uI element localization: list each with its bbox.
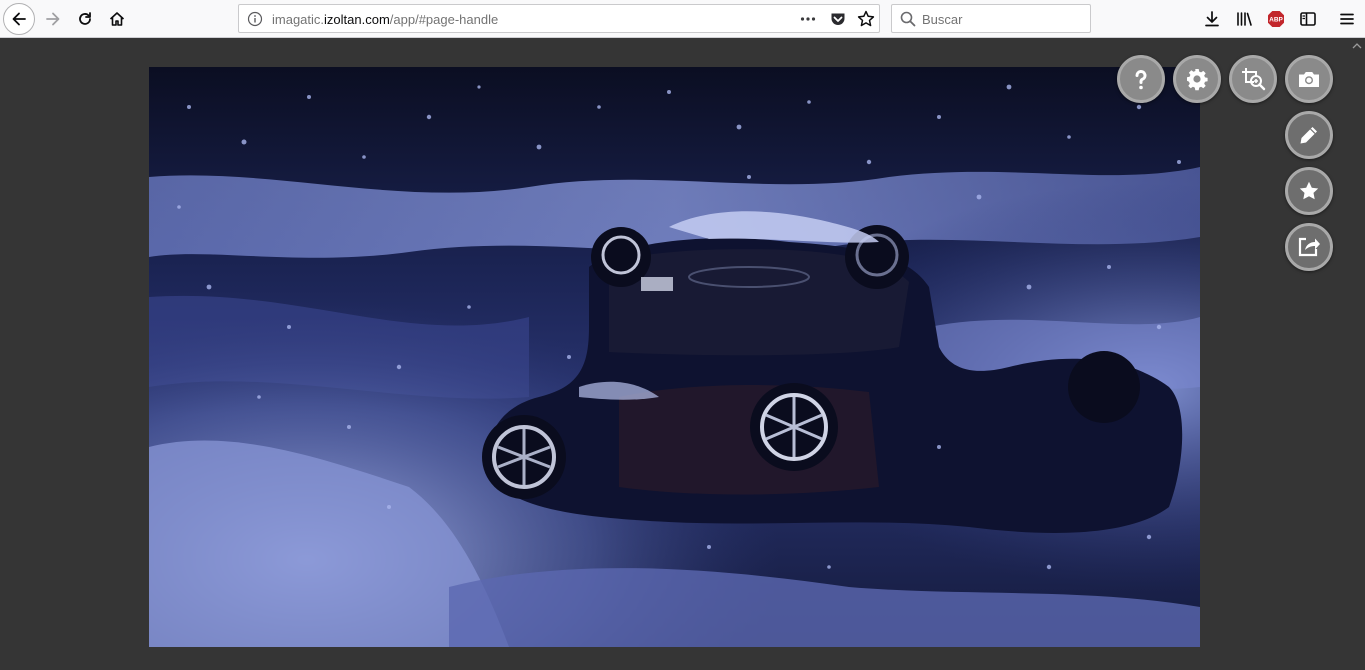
library-icon	[1237, 12, 1252, 26]
gear-icon	[1187, 69, 1208, 91]
download-icon	[1205, 11, 1219, 27]
url-prefix: imagatic.	[272, 12, 325, 27]
crop-zoom-button[interactable]	[1229, 55, 1277, 103]
share-icon	[1298, 237, 1320, 257]
url-path: /app/#page-handle	[389, 12, 499, 27]
screenshot-button[interactable]	[1285, 55, 1333, 103]
search-bar[interactable]	[891, 4, 1091, 33]
forward-arrow-icon	[46, 12, 60, 26]
settings-button[interactable]	[1173, 55, 1221, 103]
bookmark-star-icon[interactable]	[856, 9, 876, 29]
reload-button[interactable]	[69, 3, 101, 35]
hamburger-menu-icon	[1340, 13, 1354, 25]
url-domain: izoltan.com	[324, 12, 390, 27]
forward-button[interactable]	[37, 3, 69, 35]
sidebar-button[interactable]	[1292, 3, 1324, 35]
adblock-button[interactable]: ABP	[1260, 3, 1292, 35]
crop-zoom-icon	[1242, 68, 1266, 91]
favorite-button[interactable]	[1285, 167, 1333, 215]
reload-icon	[79, 12, 91, 25]
back-arrow-icon	[12, 12, 26, 26]
url-bar[interactable]: imagatic.izoltan.com/app/#page-handle	[238, 4, 880, 33]
back-button[interactable]	[3, 3, 35, 35]
star-icon	[1299, 181, 1319, 200]
snow-car-image	[149, 67, 1200, 647]
home-button[interactable]	[101, 3, 133, 35]
scroll-up-arrow-icon[interactable]	[1352, 42, 1362, 50]
url-text[interactable]: imagatic.izoltan.com/app/#page-handle	[272, 12, 498, 27]
help-button[interactable]	[1117, 55, 1165, 103]
camera-icon	[1299, 72, 1319, 87]
adblock-label: ABP	[1269, 17, 1283, 24]
pencil-icon	[1300, 127, 1317, 144]
question-mark-icon	[1135, 70, 1147, 90]
download-button[interactable]	[1196, 3, 1228, 35]
info-icon[interactable]	[247, 11, 263, 27]
share-button[interactable]	[1285, 223, 1333, 271]
adblock-icon: ABP	[1268, 11, 1284, 27]
page-content	[0, 39, 1365, 670]
main-menu-button[interactable]	[1331, 3, 1363, 35]
sidebar-icon	[1300, 12, 1316, 26]
library-button[interactable]	[1228, 3, 1260, 35]
search-icon	[900, 11, 916, 27]
browser-toolbar: imagatic.izoltan.com/app/#page-handle AB…	[0, 0, 1365, 38]
more-dots-icon[interactable]	[799, 10, 817, 28]
home-icon	[109, 12, 125, 26]
pocket-icon[interactable]	[829, 10, 847, 28]
search-input[interactable]	[922, 9, 1082, 29]
edit-button[interactable]	[1285, 111, 1333, 159]
main-photo	[149, 67, 1200, 647]
